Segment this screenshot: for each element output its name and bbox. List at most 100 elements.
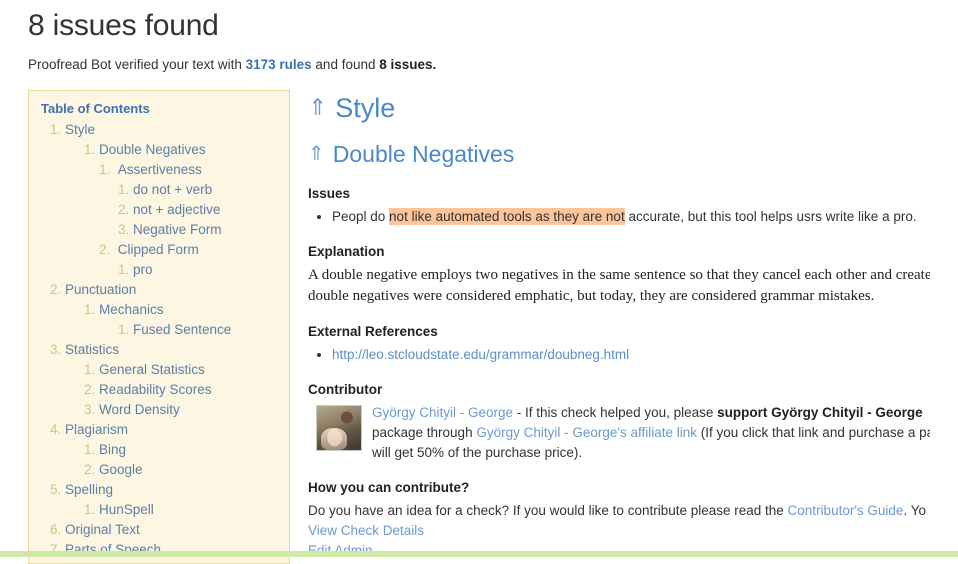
toc-link-style[interactable]: Style: [65, 122, 95, 137]
contribute-text-suffix: . Yo: [903, 503, 926, 518]
toc-item: Word Density: [99, 400, 279, 420]
proofread-results-page: 8 issues found Proofread Bot verified yo…: [0, 0, 958, 564]
issues-list: Peopl do not like automated tools as the…: [308, 207, 930, 227]
issues-block-title: Issues: [308, 186, 351, 201]
toc-item: Statistics General Statistics Readabilit…: [65, 340, 279, 420]
toc-item: Original Text: [65, 520, 279, 540]
toc-link-statistics[interactable]: Statistics: [65, 342, 119, 357]
toc-item: 1. Assertiveness do not + verb not + adj…: [99, 160, 279, 240]
toc-sublist: pro: [99, 260, 279, 280]
toc-link-clipped-form[interactable]: Clipped Form: [118, 242, 199, 257]
summary-middle: and found: [311, 57, 380, 72]
toc-link-mechanics[interactable]: Mechanics: [99, 302, 164, 317]
contributors-guide-link[interactable]: Contributor's Guide: [788, 503, 904, 518]
explanation-line-2: double negatives were considered emphati…: [308, 288, 875, 304]
table-of-contents: Table of Contents Style Double Negatives…: [28, 90, 290, 564]
issue-text-suffix: accurate, but this tool helps usrs write…: [624, 209, 917, 224]
toc-item: Negative Form: [133, 220, 279, 240]
toc-link-bing[interactable]: Bing: [99, 442, 126, 457]
summary-prefix: Proofread Bot verified your text with: [28, 57, 246, 72]
reference-item: http://leo.stcloudstate.edu/grammar/doub…: [332, 345, 930, 365]
explanation-text: A double negative employs two negatives …: [308, 265, 930, 307]
affiliate-link[interactable]: György Chityil - George's affiliate link: [476, 425, 697, 440]
toc-item: Bing: [99, 440, 279, 460]
toc-item: Mechanics Fused Sentence: [99, 300, 279, 340]
toc-link-google[interactable]: Google: [99, 462, 143, 477]
toc-item: Fused Sentence: [133, 320, 279, 340]
summary-line: Proofread Bot verified your text with 31…: [28, 56, 930, 74]
toc-link-spelling[interactable]: Spelling: [65, 482, 113, 497]
toc-link-original-text[interactable]: Original Text: [65, 522, 140, 537]
toc-item: Style Double Negatives 1. Assertiveness …: [65, 120, 279, 280]
toc-item: not + adjective: [133, 200, 279, 220]
contributor-text-1: - If this check helped you, please: [513, 405, 718, 420]
contribute-title: How you can contribute?: [308, 480, 470, 495]
contributor-description: György Chityil - George - If this check …: [372, 403, 930, 463]
toc-item: do not + verb: [133, 180, 279, 200]
issue-text-prefix: Peopl do: [332, 209, 390, 224]
toc-link-not-adjective[interactable]: not + adjective: [133, 202, 220, 217]
contributor-line-1: György Chityil - George - If this check …: [372, 403, 930, 423]
avatar: [316, 405, 362, 451]
section-heading-label: Style: [335, 93, 396, 123]
contribute-body: Do you have an idea for a check? If you …: [308, 501, 930, 521]
toc-link-fused-sentence[interactable]: Fused Sentence: [133, 322, 231, 337]
external-references-title: External References: [308, 324, 438, 339]
explanation-line-1: A double negative employs two negatives …: [308, 267, 930, 283]
up-arrow-icon: ⇑: [308, 94, 328, 120]
contributor-support-text: support György Chityil - George: [717, 405, 923, 420]
toc-sublist: Fused Sentence: [99, 320, 279, 340]
toc-marker: 2.: [99, 242, 118, 257]
subsection-heading-label: Double Negatives: [332, 141, 515, 167]
toc-marker: 1.: [99, 162, 118, 177]
toc-sublist: Double Negatives 1. Assertiveness do not…: [65, 140, 279, 280]
toc-item: Parts of Speech: [65, 540, 279, 560]
contributor-title: Contributor: [308, 382, 383, 397]
issue-item: Peopl do not like automated tools as the…: [332, 207, 930, 227]
toc-link-pro[interactable]: pro: [133, 262, 153, 277]
toc-link-general-statistics[interactable]: General Statistics: [99, 362, 205, 377]
toc-item: [65, 560, 279, 563]
toc-item: General Statistics: [99, 360, 279, 380]
section-heading-style[interactable]: ⇑ Style: [308, 90, 930, 125]
rules-count-link[interactable]: 3173 rules: [246, 57, 312, 72]
toc-sublist: General Statistics Readability Scores Wo…: [65, 360, 279, 420]
toc-title: Table of Contents: [41, 101, 150, 116]
up-arrow-icon: ⇑: [308, 143, 325, 165]
toc-item: pro: [133, 260, 279, 280]
toc-link-readability-scores[interactable]: Readability Scores: [99, 382, 212, 397]
view-check-details-link[interactable]: View Check Details: [308, 521, 930, 541]
toc-item: Plagiarism Bing Google: [65, 420, 279, 480]
content-columns: Table of Contents Style Double Negatives…: [28, 90, 930, 564]
external-references-list: http://leo.stcloudstate.edu/grammar/doub…: [308, 345, 930, 365]
toc-item: 2. Clipped Form pro: [99, 240, 279, 280]
toc-link-negative-form[interactable]: Negative Form: [133, 222, 222, 237]
contributor-name-link[interactable]: György Chityil - George: [372, 405, 513, 420]
issue-highlighted-text: not like automated tools as they are not: [389, 208, 625, 225]
toc-sublist: Bing Google: [65, 440, 279, 480]
toc-link-assertiveness[interactable]: Assertiveness: [118, 162, 202, 177]
toc-link-punctuation[interactable]: Punctuation: [65, 282, 136, 297]
contribute-text-prefix: Do you have an idea for a check? If you …: [308, 503, 788, 518]
toc-item: Readability Scores: [99, 380, 279, 400]
issue-detail-panel: ⇑Style ⇑Double Negatives Issues Peopl do…: [290, 90, 930, 564]
toc-sublist: do not + verb not + adjective Negative F…: [99, 180, 279, 240]
toc-link-double-negatives[interactable]: Double Negatives: [99, 142, 206, 157]
bottom-highlight-band: [0, 551, 958, 557]
toc-item: Double Negatives: [99, 140, 279, 160]
toc-link-word-density[interactable]: Word Density: [99, 402, 180, 417]
contributor-line2-prefix: package through: [372, 425, 477, 440]
toc-sublist: Mechanics Fused Sentence: [65, 300, 279, 340]
toc-item: Spelling HunSpell: [65, 480, 279, 520]
reference-link[interactable]: http://leo.stcloudstate.edu/grammar/doub…: [332, 347, 629, 362]
toc-item: Punctuation Mechanics Fused Sentence: [65, 280, 279, 340]
toc-link-hunspell[interactable]: HunSpell: [99, 502, 154, 517]
subsection-heading-double-negatives[interactable]: ⇑ Double Negatives: [308, 139, 930, 169]
toc-link-do-not-verb[interactable]: do not + verb: [133, 182, 212, 197]
explanation-block-title: Explanation: [308, 244, 385, 259]
contributor-block: György Chityil - George - If this check …: [308, 403, 930, 463]
contributor-line2-suffix: (If you click that link and purchase a p…: [697, 425, 930, 440]
page-title: 8 issues found: [28, 9, 219, 42]
toc-link-plagiarism[interactable]: Plagiarism: [65, 422, 128, 437]
toc-item: HunSpell: [99, 500, 279, 520]
